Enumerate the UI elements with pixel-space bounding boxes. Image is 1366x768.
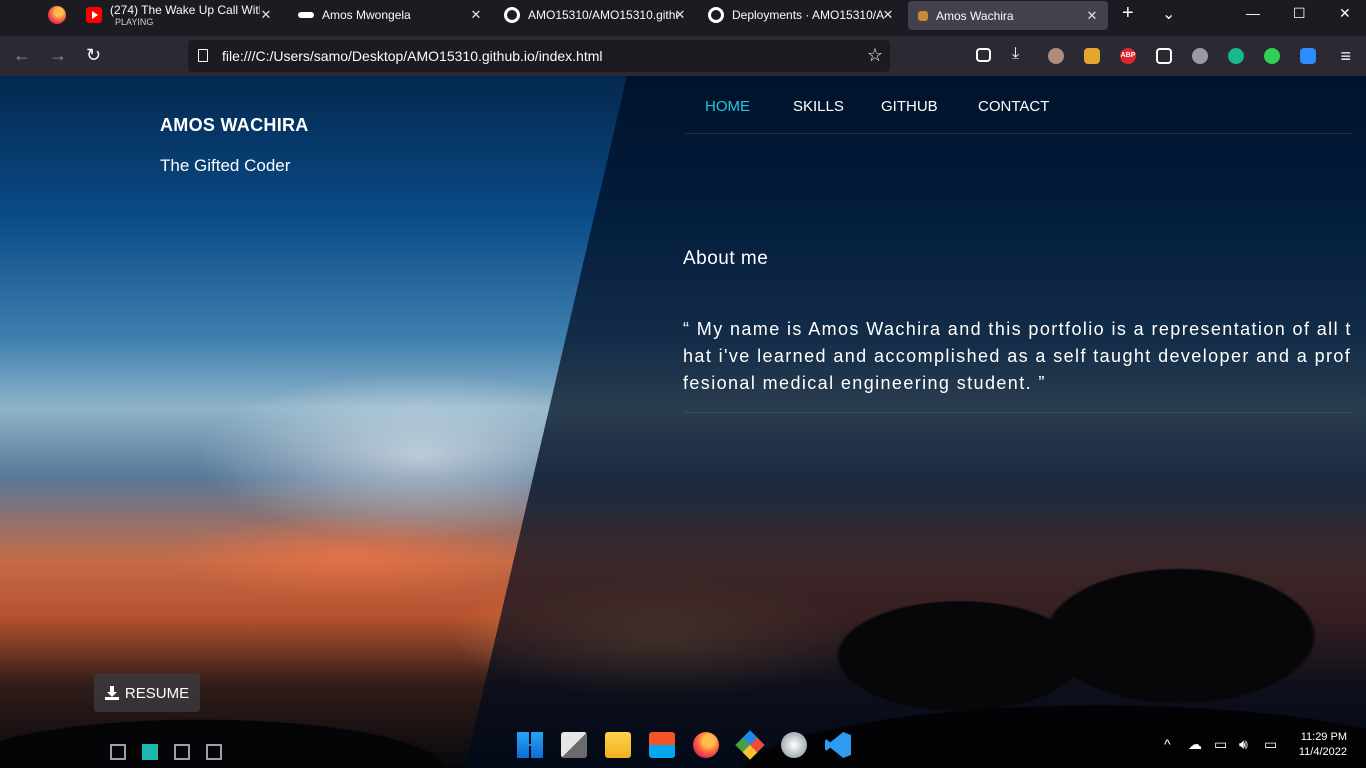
close-tab-icon[interactable]: ✕ [672, 7, 688, 23]
url-text[interactable]: file:///C:/Users/samo/Desktop/AMO15310.g… [222, 48, 603, 64]
site-navigation: HOME SKILLS GITHUB CONTACT [685, 96, 1352, 134]
zoom-extension-icon[interactable] [1300, 48, 1316, 64]
back-icon[interactable]: ← [13, 45, 31, 66]
file-icon [198, 49, 208, 62]
bookmark-star-icon[interactable]: ☆ [867, 45, 883, 66]
spy-extension-icon[interactable] [1192, 48, 1208, 64]
downloads-icon[interactable]: ⤓ [1012, 45, 1019, 63]
pocket-icon[interactable] [976, 48, 991, 62]
youtube-icon [86, 7, 102, 23]
download-icon [104, 686, 119, 700]
clock-time: 11:29 PM [1300, 731, 1347, 743]
slide-indicator-3[interactable] [174, 744, 190, 760]
menu-icon[interactable]: ≡ [1340, 46, 1351, 67]
slide-indicator-2[interactable] [142, 744, 158, 760]
resume-button[interactable]: RESUME [94, 674, 200, 712]
brand-name: AMOS WACHIRA [160, 115, 309, 135]
close-tab-icon[interactable]: ✕ [468, 7, 484, 23]
taskbar-clock[interactable]: 11:29 PM 11/4/2022 [1299, 730, 1347, 760]
tab-amos-mwongela[interactable]: Amos Mwongela ✕ [292, 0, 492, 30]
github-icon [708, 7, 724, 23]
forward-icon[interactable]: → [49, 45, 67, 66]
tab-github-repo[interactable]: AMO15310/AMO15310.github ✕ [496, 0, 696, 30]
tab-title: Amos Wachira [936, 8, 1014, 23]
close-tab-icon[interactable]: ✕ [258, 7, 274, 23]
close-tab-icon[interactable]: ✕ [1084, 8, 1100, 24]
tab-title: AMO15310/AMO15310.github [528, 8, 678, 22]
new-tab-icon[interactable]: + [1122, 2, 1134, 25]
show-hidden-icons-icon[interactable]: ^ [1164, 736, 1171, 752]
nav-contact[interactable]: CONTACT [978, 98, 1049, 115]
tab-youtube[interactable]: (274) The Wake Up Call With PLAYING ✕ [86, 0, 282, 30]
firefox-view-icon[interactable] [48, 6, 66, 24]
firefox-taskbar-icon[interactable] [693, 732, 719, 758]
github-icon [504, 7, 520, 23]
clock-date: 11/4/2022 [1298, 746, 1347, 758]
address-bar[interactable]: file:///C:/Users/samo/Desktop/AMO15310.g… [188, 40, 890, 72]
page-icon [298, 12, 314, 18]
onedrive-icon[interactable]: ☁ [1188, 736, 1202, 753]
tab-title: Deployments · AMO15310/A [732, 8, 885, 22]
nav-skills[interactable]: SKILLS [793, 98, 844, 115]
tab-title: Amos Mwongela [322, 8, 411, 22]
divider [683, 412, 1353, 413]
close-window-icon[interactable]: ✕ [1339, 5, 1351, 22]
list-tabs-icon[interactable]: ⌄ [1162, 4, 1175, 24]
nav-home[interactable]: HOME [705, 98, 750, 115]
about-text: “ My name is Amos Wachira and this portf… [683, 319, 1352, 393]
maximize-icon[interactable]: ☐ [1293, 5, 1306, 22]
about-heading: About me [683, 248, 769, 269]
tab-github-deployments[interactable]: Deployments · AMO15310/A ✕ [700, 0, 904, 30]
network-icon[interactable]: ▭ [1214, 736, 1227, 753]
nav-github[interactable]: GITHUB [881, 98, 938, 115]
brand-tagline: The Gifted Coder [160, 156, 291, 175]
web-page: AMOS WACHIRA The Gifted Coder HOME SKILL… [0, 76, 1366, 768]
resume-label: RESUME [124, 684, 190, 702]
extension-icon[interactable] [1084, 48, 1100, 64]
close-tab-icon[interactable]: ✕ [880, 7, 896, 23]
slide-indicator-1[interactable] [110, 744, 126, 760]
tab-playing-label: PLAYING [115, 17, 154, 27]
tab-amos-wachira[interactable]: Amos Wachira ✕ [908, 1, 1108, 30]
volume-icon[interactable]: 🔊︎ [1239, 736, 1248, 753]
file-explorer-icon[interactable] [605, 732, 631, 758]
slide-indicator-4[interactable] [206, 744, 222, 760]
task-view-icon[interactable] [561, 732, 587, 758]
tab-title: (274) The Wake Up Call With [110, 3, 260, 17]
battery-icon[interactable]: ▭ [1264, 736, 1277, 753]
navigation-toolbar: ← → ↻ file:///C:/Users/samo/Desktop/AMO1… [0, 36, 1366, 76]
extension-green-icon[interactable] [1264, 48, 1280, 64]
minimize-icon[interactable]: — [1246, 5, 1260, 21]
slide-indicators [110, 744, 222, 760]
extension-leaf-icon[interactable] [1228, 48, 1244, 64]
reader-icon[interactable] [1156, 48, 1172, 64]
microsoft-store-icon[interactable] [649, 732, 675, 758]
reload-icon[interactable]: ↻ [86, 45, 101, 66]
adblock-plus-icon[interactable]: ABP [1120, 48, 1136, 64]
tab-strip: (274) The Wake Up Call With PLAYING ✕ Am… [0, 0, 1366, 30]
app-globe-icon[interactable] [781, 732, 807, 758]
site-icon [918, 10, 928, 21]
account-avatar-icon[interactable] [1048, 48, 1064, 64]
